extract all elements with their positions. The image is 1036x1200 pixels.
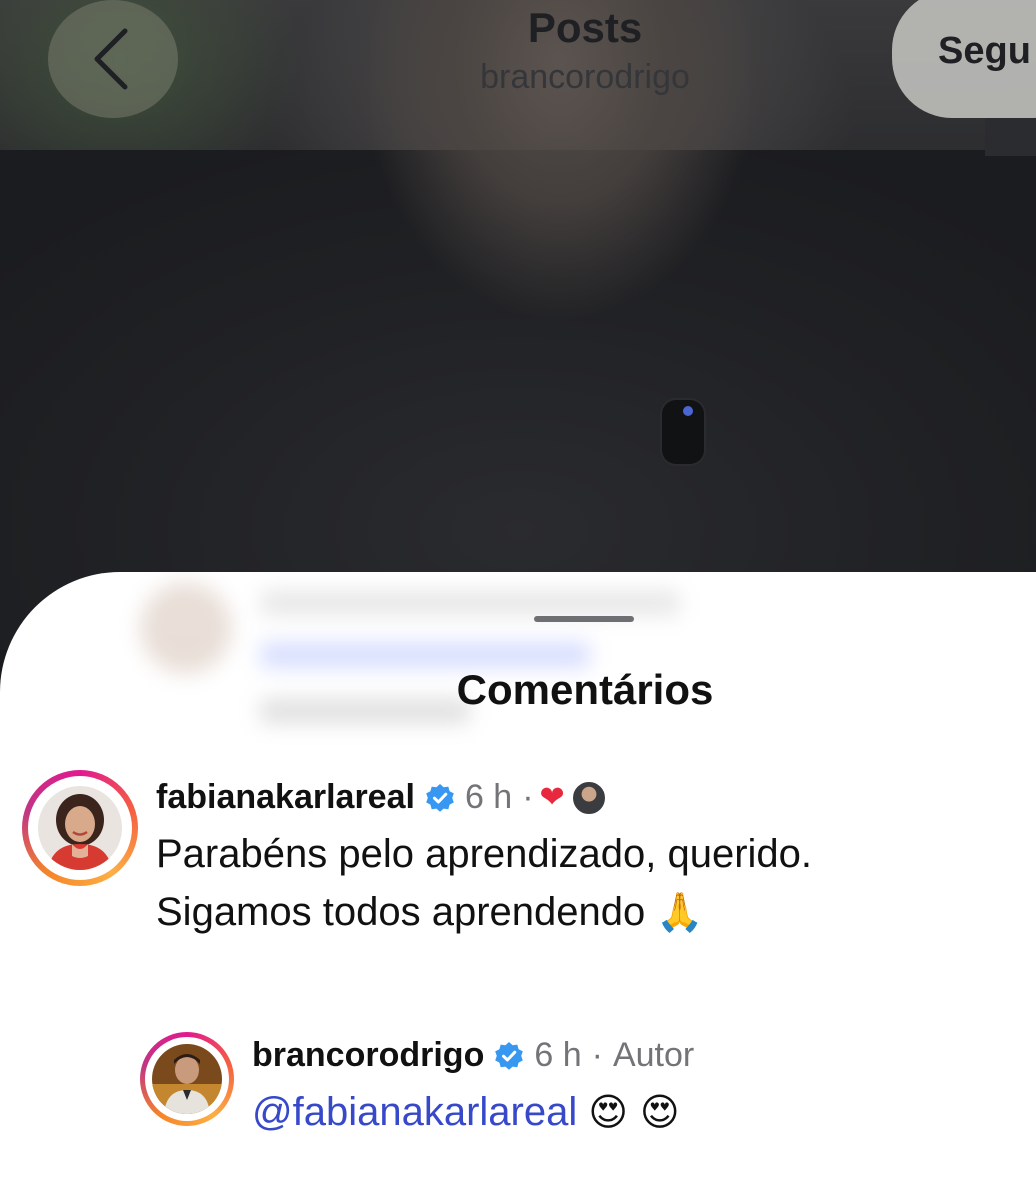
reply-username[interactable]: brancorodrigo [252,1036,484,1075]
page-title: Posts [527,4,643,51]
comments-sheet: Comentários fabianakarlareal 6 h · ❤ Par… [0,572,1036,1200]
author-badge: Autor [612,1036,695,1074]
meta-separator: · [591,1036,603,1074]
comment-username[interactable]: fabianakarlareal [156,778,415,817]
verified-badge-icon [426,783,454,812]
reply-meta: brancorodrigo 6 h · Autor [252,1036,694,1075]
chevron-left-icon [94,28,128,90]
blurred-previous-comment [140,572,760,742]
background-strip [985,118,1036,156]
meta-separator: · [522,778,534,816]
heart-eyes-emoji: 😍 😍 [588,1090,680,1134]
reply-mention-link[interactable]: @fabianakarlareal [252,1090,577,1134]
screen: Posts brancorodrigo Segu Comentários fab… [0,0,1036,1200]
avatar-brancorodrigo [152,1044,222,1114]
reply-text: @fabianakarlareal 😍 😍 [252,1084,680,1140]
avatar-story-ring[interactable] [140,1032,234,1126]
back-button[interactable] [48,0,178,118]
author-mini-avatar [570,779,607,816]
comment-text-line-2: Sigamos todos aprendendo [156,890,646,934]
microphone-light [683,406,693,416]
avatar-fabianakarlareal [38,786,122,870]
comment-text-line-2-row: Sigamos todos aprendendo 🙏 [156,884,704,940]
avatar [38,786,122,870]
liked-by-author-heart-icon: ❤ [539,781,565,814]
praying-hands-emoji: 🙏 [656,890,704,934]
page-subtitle-username[interactable]: brancorodrigo [440,58,730,97]
comment-time: 6 h [464,778,513,816]
sheet-title: Comentários [456,666,714,713]
reply-time: 6 h [534,1036,582,1074]
avatar [152,1044,222,1114]
blurred-avatar [140,582,232,674]
avatar-frame [145,1037,229,1121]
follow-button[interactable]: Segu [892,0,1036,118]
avatar-story-ring[interactable] [22,770,138,886]
avatar-frame [28,776,132,880]
follow-label: Segu [938,30,1031,72]
blurred-mention [260,642,590,668]
verified-badge-icon [495,1041,524,1070]
blurred-username [260,590,680,616]
comment-text-line-1: Parabéns pelo aprendizado, querido. [156,832,813,876]
comment-meta: fabianakarlareal 6 h · ❤ [156,778,607,817]
sheet-drag-handle[interactable] [534,616,634,622]
